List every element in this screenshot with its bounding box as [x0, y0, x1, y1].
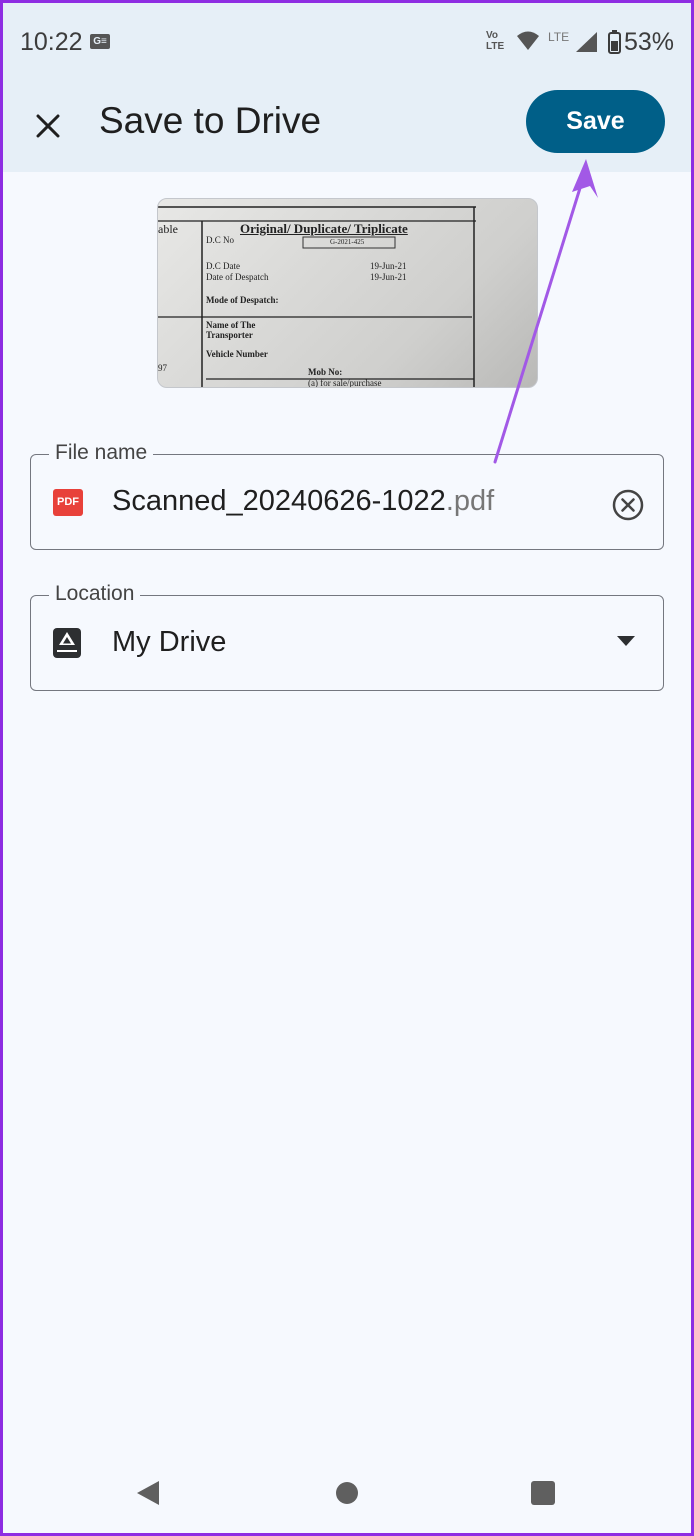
annotation-arrow — [493, 159, 598, 464]
